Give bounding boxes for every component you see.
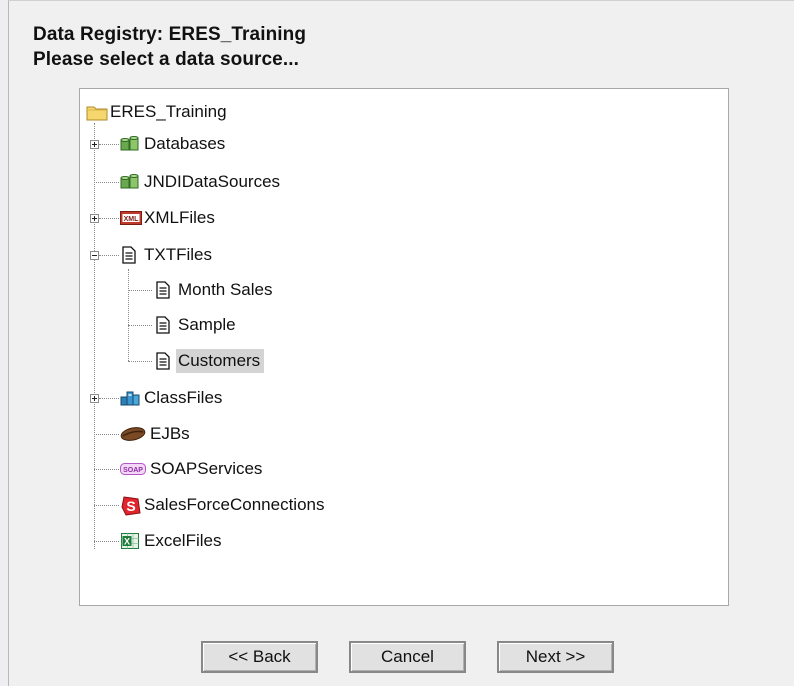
- tree-item-jndidatasources[interactable]: JNDIDataSources: [120, 167, 284, 197]
- tree-item-excelfiles[interactable]: X ExcelFiles: [120, 526, 225, 556]
- next-button[interactable]: Next >>: [497, 641, 614, 673]
- tree-label: TXTFiles: [144, 245, 212, 264]
- xml-icon-text: XML: [124, 216, 140, 223]
- tree-item-salesforceconnections[interactable]: S SalesForceConnections: [120, 490, 328, 520]
- tree-label: EJBs: [150, 424, 190, 443]
- tree-label: ExcelFiles: [144, 531, 222, 550]
- tree-item-classfiles[interactable]: ClassFiles: [120, 383, 226, 413]
- soap-icon: SOAP: [120, 459, 146, 479]
- tree-label: XMLFiles: [144, 208, 215, 227]
- tree-item-databases[interactable]: Databases: [120, 129, 229, 159]
- soap-icon-text: SOAP: [123, 467, 143, 474]
- tree-item-xmlfiles[interactable]: XML XMLFiles: [120, 203, 219, 233]
- tree-item-soapservices[interactable]: SOAP SOAPServices: [120, 454, 266, 484]
- tree-label: ClassFiles: [144, 388, 223, 407]
- tree-label: JNDIDataSources: [144, 172, 281, 191]
- text-file-icon: [120, 245, 140, 265]
- tree-label: SalesForceConnections: [144, 495, 325, 514]
- tree-item-sample[interactable]: Sample: [154, 310, 240, 340]
- registry-title: Data Registry: ERES_Training: [33, 24, 307, 45]
- text-file-icon: [154, 280, 174, 300]
- database-icon: [120, 134, 140, 154]
- back-button[interactable]: << Back: [201, 641, 318, 673]
- salesforce-icon-text: S: [126, 498, 135, 514]
- button-bar: << Back Cancel Next >>: [0, 641, 794, 675]
- instruction-text: Please select a data source...: [33, 49, 299, 70]
- tree-root-eres-training[interactable]: ERES_Training: [86, 97, 231, 127]
- tree-item-ejbs[interactable]: EJBs: [120, 419, 194, 449]
- tree-connector: [94, 123, 95, 549]
- tree-label: Month Sales: [178, 280, 273, 299]
- tree-connector: [128, 269, 129, 361]
- tree-item-month-sales[interactable]: Month Sales: [154, 275, 277, 305]
- excel-icon-text: X: [124, 537, 130, 547]
- class-files-icon: [120, 388, 140, 408]
- bean-icon: [120, 424, 146, 444]
- expand-databases-toggle[interactable]: [90, 140, 99, 149]
- salesforce-icon: S: [120, 495, 141, 516]
- tree-label-selected: Customers: [176, 349, 265, 373]
- folder-icon: [86, 102, 108, 122]
- database-icon: [120, 172, 140, 192]
- excel-icon: X: [120, 531, 140, 551]
- expand-classfiles-toggle[interactable]: [90, 394, 99, 403]
- xml-icon: XML: [120, 208, 142, 228]
- expand-xmlfiles-toggle[interactable]: [90, 214, 99, 223]
- tree-label: SOAPServices: [150, 459, 263, 478]
- data-source-tree[interactable]: ERES_Training Databases JNDIDataSources: [79, 88, 729, 606]
- tree-label: Sample: [178, 315, 236, 334]
- collapse-txtfiles-toggle[interactable]: [90, 251, 99, 260]
- text-file-icon: [154, 315, 174, 335]
- tree-item-customers[interactable]: Customers: [154, 346, 265, 376]
- cancel-button[interactable]: Cancel: [349, 641, 466, 673]
- text-file-icon: [154, 351, 174, 371]
- tree-label: ERES_Training: [110, 102, 227, 121]
- tree-label: Databases: [144, 134, 226, 153]
- tree-item-txtfiles[interactable]: TXTFiles: [120, 240, 216, 270]
